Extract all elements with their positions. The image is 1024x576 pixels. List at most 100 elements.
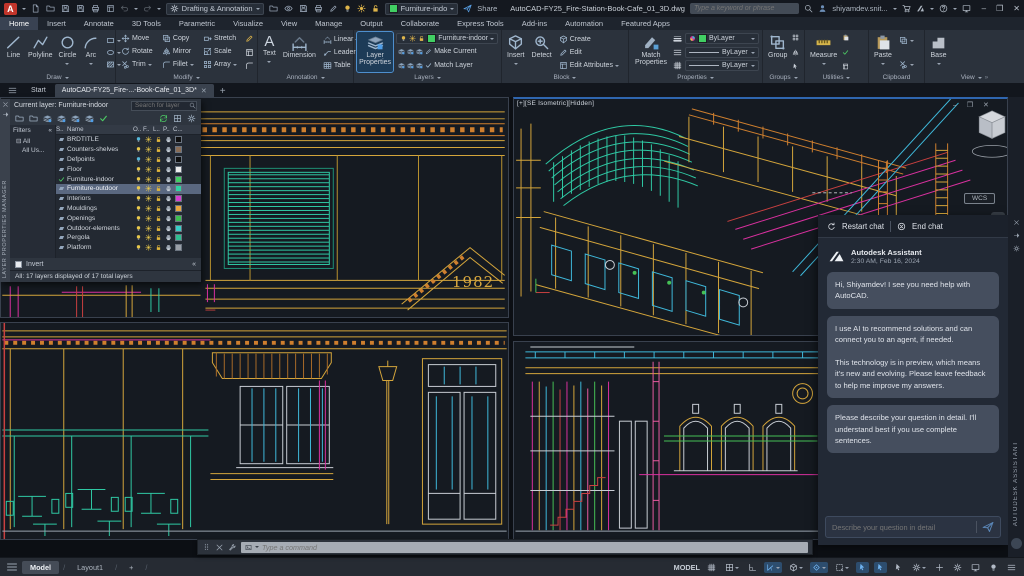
layer-lock-toggle-icon[interactable] <box>155 195 162 202</box>
erase-icon[interactable] <box>245 34 254 43</box>
new-property-filter-icon[interactable] <box>15 114 24 123</box>
ribbon-tab-output[interactable]: Output <box>351 17 392 30</box>
layer-row-openings[interactable]: Openings <box>56 213 201 223</box>
stretch-button[interactable]: Stretch <box>201 32 242 44</box>
end-chat-button[interactable]: End chat <box>912 222 943 231</box>
new-frozen-layer-icon[interactable] <box>71 114 80 123</box>
redo-caret-icon[interactable] <box>156 8 161 12</box>
layout1-tab[interactable]: Layout1 <box>69 561 111 574</box>
ribbon-tab-add-ins[interactable]: Add-ins <box>513 17 556 30</box>
measure-button[interactable]: Measure <box>808 32 839 72</box>
panel-label-groups[interactable]: Groups <box>763 72 804 83</box>
panel-label-view[interactable]: View» <box>925 72 1024 83</box>
group-button[interactable]: Group <box>766 32 789 72</box>
search-input[interactable] <box>693 5 796 12</box>
user-caret-icon[interactable] <box>892 8 897 12</box>
command-grip-icon[interactable] <box>202 543 211 552</box>
layer-on-toggle-icon[interactable] <box>135 136 142 143</box>
layer-plot-toggle-icon[interactable] <box>165 234 172 241</box>
palette-autohide-icon[interactable] <box>2 111 9 118</box>
layer-freeze-toggle-icon[interactable] <box>144 205 152 212</box>
maximize-button[interactable]: ❒ <box>996 4 1003 13</box>
linetype-combo[interactable]: ByLayer <box>685 60 759 71</box>
layer-lock-toggle-icon[interactable] <box>155 244 162 251</box>
plot-icon[interactable] <box>91 4 100 13</box>
layer-lock-toggle-icon[interactable] <box>155 156 162 163</box>
layer-on-toggle-icon[interactable] <box>135 185 142 192</box>
minimize-button[interactable]: – <box>982 4 986 13</box>
layer-list-header[interactable]: S.. Name O.. F.. L.. P.. C... <box>56 125 201 135</box>
detect-button[interactable]: Detect <box>530 32 554 72</box>
cut-clip-icon[interactable] <box>899 60 908 69</box>
layer-color-swatch[interactable] <box>174 185 182 193</box>
layer-freeze-toggle-icon[interactable] <box>144 146 152 153</box>
create-button[interactable]: Create <box>557 33 625 45</box>
drawing-canvas[interactable]: [+][SE Isometric][Hidden] – ❒ ✕ 1982 WCS… <box>0 97 1024 557</box>
ribbon-tab-automation[interactable]: Automation <box>556 17 612 30</box>
collapse-tree-icon[interactable]: « <box>192 261 196 268</box>
refresh-icon[interactable] <box>159 114 168 123</box>
ribbon-tab-collaborate[interactable]: Collaborate <box>392 17 448 30</box>
layer-lock-toggle-icon[interactable] <box>155 166 162 173</box>
ribbon-tab-annotate[interactable]: Annotate <box>75 17 123 30</box>
layer-on-toggle-icon[interactable] <box>135 205 142 212</box>
ribbon-tab-express-tools[interactable]: Express Tools <box>448 17 513 30</box>
circle-button[interactable]: Circle <box>57 32 79 72</box>
lineweight-combo[interactable]: ByLayer <box>685 46 759 58</box>
settings-icon[interactable] <box>187 114 196 123</box>
status-isolate-objects-icon[interactable] <box>987 562 1000 573</box>
lock-icon[interactable] <box>418 35 425 42</box>
count-icon[interactable] <box>842 49 849 56</box>
status-annotation-visibility-icon[interactable] <box>856 561 869 573</box>
ungroup-icon[interactable] <box>792 49 799 56</box>
layer-search-input[interactable] <box>135 102 187 109</box>
ribbon-tab-featured-apps[interactable]: Featured Apps <box>612 17 679 30</box>
panel-label-layers[interactable]: Layers <box>354 72 501 83</box>
layer-lock-toggle-icon[interactable] <box>155 234 162 241</box>
ellipse-icon[interactable] <box>106 48 115 57</box>
edit-button[interactable]: Edit <box>557 46 625 58</box>
sun-icon[interactable] <box>409 35 416 42</box>
layer-row-counters-shelves[interactable]: Counters-shelves <box>56 145 201 155</box>
new-layout-button[interactable]: + <box>121 561 141 574</box>
layer-plot-toggle-icon[interactable] <box>165 136 172 143</box>
share-label[interactable]: Share <box>477 4 497 13</box>
layer-on-toggle-icon[interactable] <box>135 156 142 163</box>
assistant-input[interactable] <box>832 522 971 532</box>
status-annotation-scale-icon[interactable] <box>892 562 905 573</box>
ribbon-tab-visualize[interactable]: Visualize <box>224 17 272 30</box>
layer-on-toggle-icon[interactable] <box>135 176 142 183</box>
health-monitor-icon[interactable] <box>962 4 971 13</box>
layer-freeze-toggle-icon[interactable] <box>144 224 152 232</box>
layer-row-furniture-outdoor[interactable]: Furniture-outdoor <box>56 183 201 194</box>
layer-column-3[interactable]: F.. <box>143 126 153 133</box>
layer-freeze-toggle-icon[interactable] <box>144 215 152 222</box>
layer-on-toggle-icon[interactable] <box>135 146 142 153</box>
help-icon[interactable] <box>939 4 948 13</box>
filter-all-used[interactable]: All Us... <box>10 146 55 155</box>
app-store-icon[interactable] <box>902 4 911 13</box>
layer-freeze-toggle-icon[interactable] <box>144 244 152 251</box>
status-plus-icon[interactable] <box>933 562 946 573</box>
layer-on-toggle-icon[interactable] <box>135 166 142 173</box>
strip-autohide-icon[interactable] <box>1013 232 1020 239</box>
layer-combo[interactable]: Furniture-indoor <box>396 33 498 44</box>
group-select-icon[interactable] <box>792 63 799 70</box>
layer-lock-icon[interactable] <box>371 4 380 13</box>
visibility-icon[interactable] <box>284 4 293 13</box>
tab-close-icon[interactable]: ✕ <box>201 87 207 95</box>
id-point-icon[interactable] <box>842 34 849 41</box>
palette-close-icon[interactable] <box>2 101 9 108</box>
recent-commands-icon[interactable] <box>245 544 252 551</box>
make-current-button[interactable]: Make Current <box>396 46 498 58</box>
panel-label-utilities[interactable]: Utilities <box>805 72 868 83</box>
layer-color-swatch[interactable] <box>174 146 182 154</box>
ribbon-tab-parametric[interactable]: Parametric <box>170 17 224 30</box>
print-icon[interactable] <box>314 4 323 13</box>
isolate-icon[interactable] <box>173 114 182 123</box>
restart-chat-icon[interactable] <box>827 222 836 231</box>
layer-search-box[interactable] <box>131 100 197 111</box>
filter-all[interactable]: ⊟ All <box>10 136 55 146</box>
help-caret-icon[interactable] <box>952 8 957 12</box>
restart-chat-button[interactable]: Restart chat <box>842 222 884 231</box>
